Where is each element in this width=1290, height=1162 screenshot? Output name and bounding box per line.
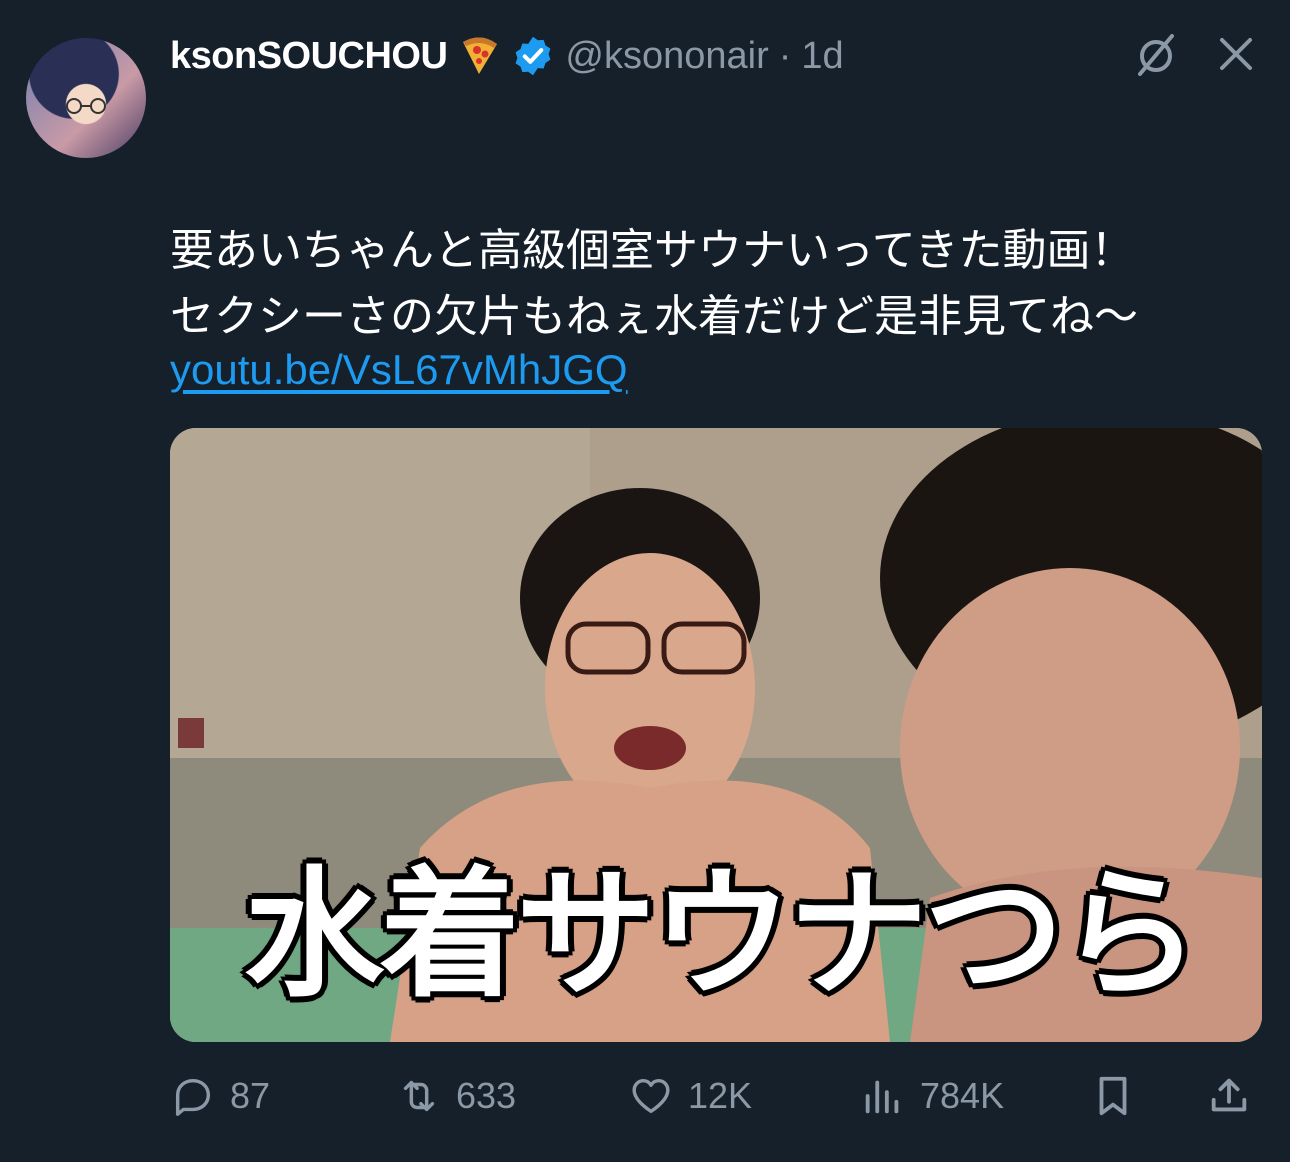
youtube-link[interactable]: youtu.be/VsL67vMhJGQ (170, 346, 628, 394)
grok-icon[interactable] (1132, 30, 1180, 78)
repost-icon (403, 1080, 435, 1112)
close-icon[interactable] (1212, 30, 1260, 78)
reply-icon (175, 1078, 211, 1116)
top-right-controls (1132, 30, 1260, 78)
bookmark-button[interactable] (1090, 1073, 1136, 1119)
tweet-text: 要あいちゃんと高級個室サウナいってきた動画！ セクシーさの欠片もねぇ水着だけど是… (170, 225, 1138, 342)
share-icon (1211, 1078, 1247, 1112)
handle[interactable]: @ksononair (565, 35, 768, 78)
action-bar: 87 633 12K 784K (170, 1066, 1260, 1126)
repost-count: 633 (456, 1075, 517, 1116)
display-name[interactable]: ksonSOUCHOU (170, 35, 448, 78)
avatar-glasses (66, 98, 106, 114)
verified-badge-icon[interactable] (511, 34, 555, 78)
reply-count: 87 (230, 1075, 271, 1116)
share-button[interactable] (1206, 1073, 1252, 1119)
bookmark-icon (1099, 1076, 1127, 1116)
separator: · (778, 34, 792, 77)
repost-button[interactable]: 633 (396, 1073, 516, 1119)
views-icon (865, 1080, 899, 1114)
reply-button[interactable]: 87 (170, 1073, 270, 1119)
pizza-emoji-icon (463, 37, 498, 74)
thumbnail-caption: 水着サウナつら (243, 854, 1200, 1017)
avatar[interactable] (26, 38, 146, 158)
video-thumbnail[interactable]: 水着サウナつら (170, 428, 1262, 1042)
like-button[interactable]: 12K (628, 1073, 752, 1119)
views-button[interactable]: 784K (860, 1073, 1004, 1119)
timestamp[interactable]: 1d (801, 35, 843, 78)
like-count: 12K (688, 1075, 753, 1116)
view-count: 784K (920, 1075, 1005, 1116)
like-icon (632, 1078, 670, 1114)
tweet-header: ksonSOUCHOU @ksononair · 1d (170, 30, 844, 82)
